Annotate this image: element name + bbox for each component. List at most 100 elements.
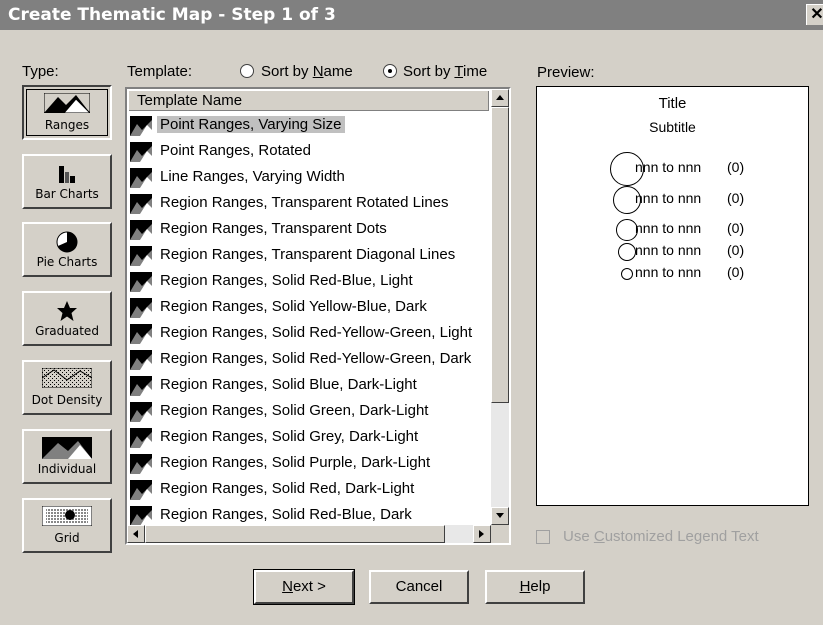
template-list-item-label: Region Ranges, Solid Red-Blue, Dark: [160, 506, 412, 523]
template-list-item[interactable]: Region Ranges, Solid Red-Yellow-Green, D…: [130, 347, 491, 373]
template-thumbnail-icon: [130, 194, 152, 214]
vertical-scrollbar[interactable]: [491, 89, 509, 525]
legend-count-label: (0): [727, 264, 745, 280]
type-button-grid[interactable]: Grid: [22, 498, 112, 553]
template-thumbnail-icon: [130, 168, 152, 188]
template-list-item-label: Point Ranges, Rotated: [160, 142, 311, 159]
template-thumbnail-icon: [130, 454, 152, 474]
window-title: Create Thematic Map - Step 1 of 3: [8, 5, 336, 25]
template-list-item-label: Region Ranges, Solid Green, Dark-Light: [160, 402, 429, 419]
template-list-item[interactable]: Point Ranges, Varying Size: [130, 113, 491, 139]
type-button-ranges[interactable]: Ranges: [22, 85, 112, 140]
template-thumbnail-icon: [130, 220, 152, 240]
template-list-item[interactable]: Region Ranges, Solid Red-Blue, Dark: [130, 503, 491, 525]
template-list-item[interactable]: Region Ranges, Solid Red, Dark-Light: [130, 477, 491, 503]
template-list-item[interactable]: Region Ranges, Solid Blue, Dark-Light: [130, 373, 491, 399]
individual-map-icon: [42, 437, 92, 463]
next-button[interactable]: Next >: [253, 569, 355, 605]
preview-panel: Title Subtitle nnn to nnn (0) nnn to nnn (0…: [536, 86, 809, 506]
template-list-item[interactable]: Point Ranges, Rotated: [130, 139, 491, 165]
template-list-item-label: Region Ranges, Solid Red-Yellow-Green, L…: [160, 324, 473, 341]
legend-count-label: (0): [727, 190, 745, 206]
template-list-content: Template Name Point Ranges, Varying Size…: [127, 89, 491, 525]
template-list-item[interactable]: Line Ranges, Varying Width: [130, 165, 491, 191]
dot-density-icon: [41, 367, 93, 392]
template-list-item-label: Region Ranges, Solid Red, Dark-Light: [160, 480, 415, 497]
preview-label: Preview:: [537, 64, 595, 81]
sort-by-time-radio[interactable]: [383, 64, 397, 78]
template-label: Template:: [127, 63, 193, 80]
horizontal-scrollbar[interactable]: [127, 525, 491, 543]
scroll-down-icon[interactable]: [491, 507, 509, 525]
template-list-item[interactable]: Region Ranges, Transparent Rotated Lines: [130, 191, 491, 217]
title-bar: Create Thematic Map - Step 1 of 3 ✕: [0, 0, 823, 30]
template-thumbnail-icon: [130, 350, 152, 370]
preview-subtitle: Subtitle: [649, 119, 696, 135]
sort-by-name-label[interactable]: Sort by Name: [261, 63, 353, 80]
template-thumbnail-icon: [130, 506, 152, 525]
template-list-item-label: Region Ranges, Solid Grey, Dark-Light: [160, 428, 419, 445]
scroll-up-icon[interactable]: [491, 89, 509, 107]
template-list-item-label: Region Ranges, Solid Red-Yellow-Green, D…: [160, 350, 472, 367]
template-list-item[interactable]: Region Ranges, Solid Green, Dark-Light: [130, 399, 491, 425]
template-list-item-label: Line Ranges, Varying Width: [160, 168, 345, 185]
template-thumbnail-icon: [130, 376, 152, 396]
scroll-left-icon[interactable]: [127, 525, 145, 543]
type-button-label: Individual: [37, 462, 97, 476]
type-button-bar-charts[interactable]: Bar Charts: [22, 154, 112, 209]
type-button-label: Graduated: [35, 324, 99, 338]
legend-symbol-circle: [618, 243, 636, 261]
template-thumbnail-icon: [130, 480, 152, 500]
vertical-scroll-thumb[interactable]: [491, 107, 509, 403]
template-list-item[interactable]: Region Ranges, Solid Red-Yellow-Green, L…: [130, 321, 491, 347]
legend-range-label: nnn to nnn: [635, 264, 702, 280]
horizontal-scroll-thumb[interactable]: [145, 525, 445, 543]
sort-by-name-radio[interactable]: [240, 64, 254, 78]
template-thumbnail-icon: [130, 142, 152, 162]
template-list-item-label: Region Ranges, Transparent Diagonal Line…: [160, 246, 456, 263]
help-button[interactable]: Help: [485, 570, 585, 604]
cancel-button[interactable]: Cancel: [369, 570, 469, 604]
template-list-item[interactable]: Region Ranges, Solid Red-Blue, Light: [130, 269, 491, 295]
type-button-label: Pie Charts: [36, 255, 98, 269]
type-button-pie-charts[interactable]: Pie Charts: [22, 222, 112, 277]
template-list-item[interactable]: Region Ranges, Solid Purple, Dark-Light: [130, 451, 491, 477]
template-list-item[interactable]: Region Ranges, Transparent Diagonal Line…: [130, 243, 491, 269]
template-list-item-label: Point Ranges, Varying Size: [157, 116, 345, 133]
template-list-item[interactable]: Region Ranges, Transparent Dots: [130, 217, 491, 243]
legend-count-label: (0): [727, 242, 745, 258]
use-customized-legend-checkbox[interactable]: [536, 530, 550, 544]
legend-range-label: nnn to nnn: [635, 242, 702, 258]
template-thumbnail-icon: [130, 402, 152, 422]
template-list-item-label: Region Ranges, Transparent Rotated Lines: [160, 194, 449, 211]
legend-symbol-circle: [621, 268, 633, 280]
preview-title: Title: [658, 95, 687, 112]
scroll-right-icon[interactable]: [473, 525, 491, 543]
ranges-map-icon: [43, 92, 92, 117]
use-customized-legend-label[interactable]: Use Customized Legend Text: [563, 528, 759, 545]
legend-count-label: (0): [727, 159, 745, 175]
template-thumbnail-icon: [130, 116, 152, 136]
legend-range-label: nnn to nnn: [635, 220, 702, 236]
template-thumbnail-icon: [130, 298, 152, 318]
type-button-graduated[interactable]: Graduated: [22, 291, 112, 346]
template-list-item-label: Region Ranges, Solid Yellow-Blue, Dark: [160, 298, 427, 315]
template-list-item[interactable]: Region Ranges, Solid Yellow-Blue, Dark: [130, 295, 491, 321]
sort-by-time-label[interactable]: Sort by Time: [403, 63, 487, 80]
type-button-individual[interactable]: Individual: [22, 429, 112, 484]
pie-chart-icon: [55, 230, 79, 258]
graduated-star-icon: [55, 299, 79, 327]
template-list-item[interactable]: Region Ranges, Solid Grey, Dark-Light: [130, 425, 491, 451]
template-thumbnail-icon: [130, 272, 152, 292]
template-list-item-label: Region Ranges, Solid Red-Blue, Light: [160, 272, 413, 289]
template-list[interactable]: Template Name Point Ranges, Varying Size…: [125, 87, 511, 545]
type-button-label: Grid: [54, 531, 80, 545]
template-thumbnail-icon: [130, 246, 152, 266]
type-button-label: Bar Charts: [35, 187, 99, 201]
template-name-column-header[interactable]: Template Name: [129, 91, 489, 111]
legend-range-label: nnn to nnn: [635, 190, 702, 206]
close-icon[interactable]: ✕: [806, 4, 823, 25]
type-button-dot-density[interactable]: Dot Density: [22, 360, 112, 415]
bar-chart-icon: [56, 162, 78, 188]
type-button-label: Dot Density: [31, 393, 103, 407]
